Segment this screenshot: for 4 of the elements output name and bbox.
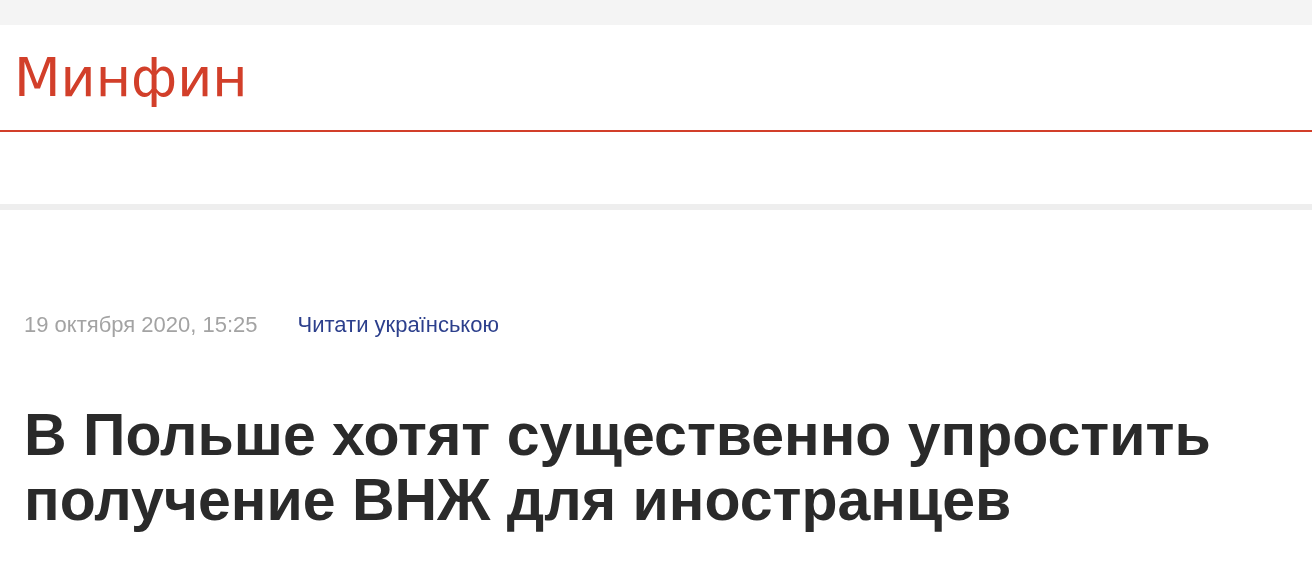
logo[interactable]: Минфин (14, 50, 248, 105)
language-link[interactable]: Читати українською (297, 308, 499, 341)
article-headline: В Польше хотят существенно упростить получение ВНЖ для иностранцев (24, 403, 1212, 533)
publish-date: 19 октября 2020, 15:25 (24, 311, 258, 339)
